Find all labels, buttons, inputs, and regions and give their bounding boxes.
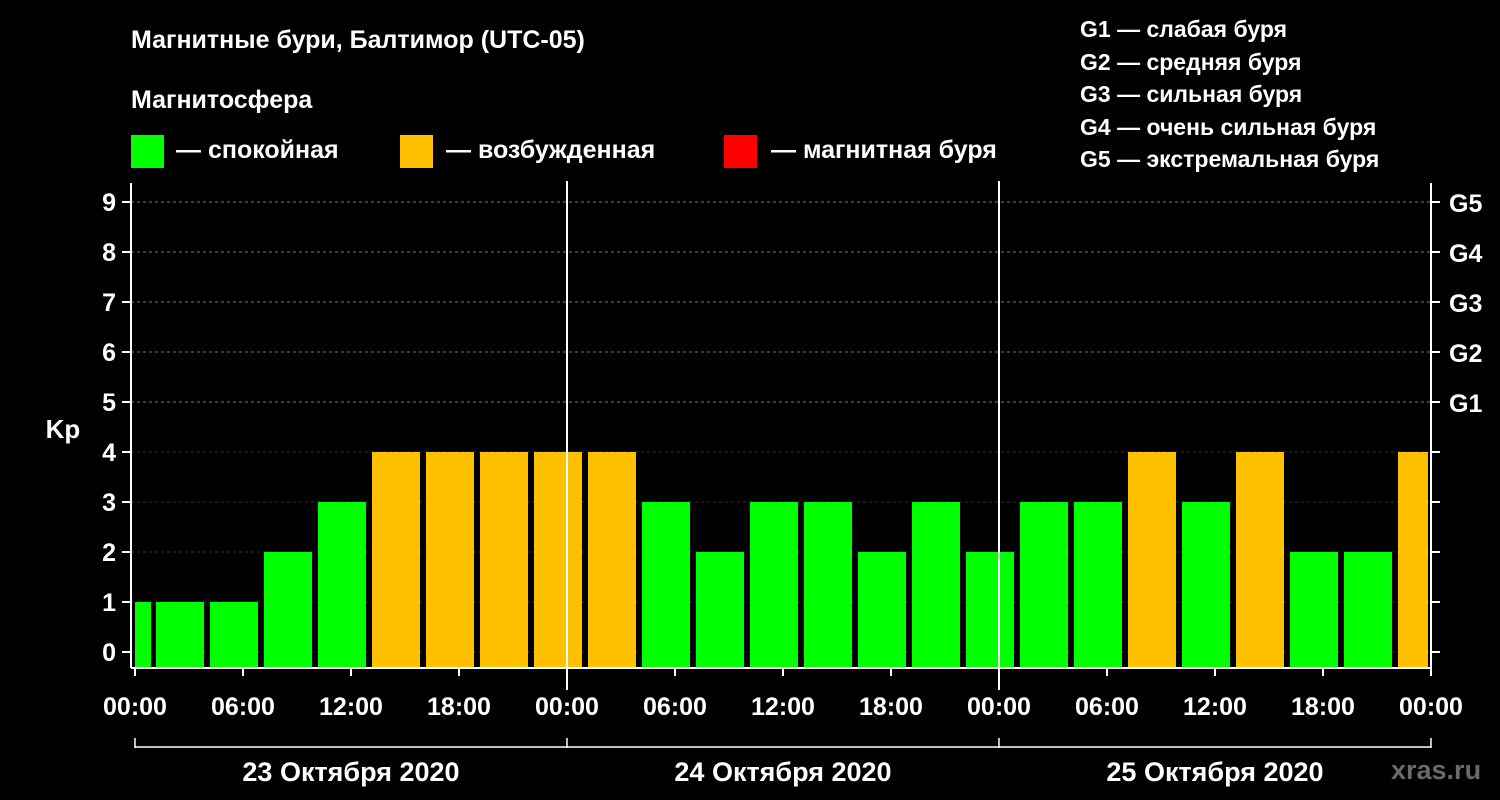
x-tick-label: 18:00	[859, 693, 923, 721]
kp-bar	[372, 452, 420, 668]
x-tick-label: 00:00	[967, 693, 1031, 721]
kp-bar	[318, 502, 366, 668]
x-tick-label: 12:00	[751, 693, 815, 721]
kp-bar	[534, 452, 582, 668]
day-label: 23 Октября 2020	[242, 757, 459, 787]
x-tick-label: 06:00	[643, 693, 707, 721]
y-tick-label: 4	[102, 439, 116, 467]
kp-bar	[642, 502, 690, 668]
g-tick-label: G1	[1449, 390, 1482, 418]
kp-bar	[1236, 452, 1284, 668]
kp-chart: 0 1 2 3 4 5 6 7 8 9 G1 G2 G3 G4 G5 Kp 00:00 06:00 12:00 18:…	[46, 181, 1482, 787]
kp-bar	[804, 502, 852, 668]
kp-bar	[1020, 502, 1068, 668]
kp-bar	[966, 552, 1014, 668]
x-tick-label: 12:00	[1183, 693, 1247, 721]
kp-bar	[1074, 502, 1122, 668]
x-tick-label: 06:00	[1075, 693, 1139, 721]
y-tick-label: 6	[102, 339, 116, 367]
y-tick-label: 9	[102, 189, 116, 217]
kp-bar	[588, 452, 636, 668]
y-tick-label: 1	[102, 589, 116, 617]
x-tick-label: 12:00	[319, 693, 383, 721]
y-tick-label: 0	[102, 639, 116, 667]
kp-bar	[1398, 452, 1428, 668]
day-label: 25 Октября 2020	[1106, 757, 1323, 787]
kp-bar	[1344, 552, 1392, 668]
kp-bar	[1182, 502, 1230, 668]
x-tick-label: 18:00	[427, 693, 491, 721]
kp-bar	[264, 552, 312, 668]
g-tick-label: G2	[1449, 340, 1482, 368]
x-tick-label: 00:00	[535, 693, 599, 721]
y-tick-label: 7	[102, 289, 116, 317]
kp-bar	[858, 552, 906, 668]
y-axis-label: Kp	[46, 414, 81, 444]
y-tick-label: 2	[102, 539, 116, 567]
kp-bar	[696, 552, 744, 668]
kp-bar	[135, 602, 151, 668]
kp-bar	[1290, 552, 1338, 668]
x-tick-label: 00:00	[1399, 693, 1463, 721]
kp-bar	[1128, 452, 1176, 668]
y-tick-label: 8	[102, 239, 116, 267]
x-tick-label: 18:00	[1291, 693, 1355, 721]
kp-bar	[426, 452, 474, 668]
y-tick-label: 5	[102, 389, 116, 417]
g-tick-label: G4	[1449, 240, 1482, 268]
kp-bar	[210, 602, 258, 668]
kp-bar	[912, 502, 960, 668]
x-tick-label: 06:00	[211, 693, 275, 721]
kp-bar	[156, 602, 204, 668]
x-tick-label: 00:00	[103, 693, 167, 721]
kp-bar	[750, 502, 798, 668]
g-tick-label: G5	[1449, 190, 1482, 218]
kp-bar	[480, 452, 528, 668]
y-tick-label: 3	[102, 489, 116, 517]
day-label: 24 Октября 2020	[674, 757, 891, 787]
watermark: xras.ru	[1391, 755, 1482, 785]
g-tick-label: G3	[1449, 290, 1482, 318]
